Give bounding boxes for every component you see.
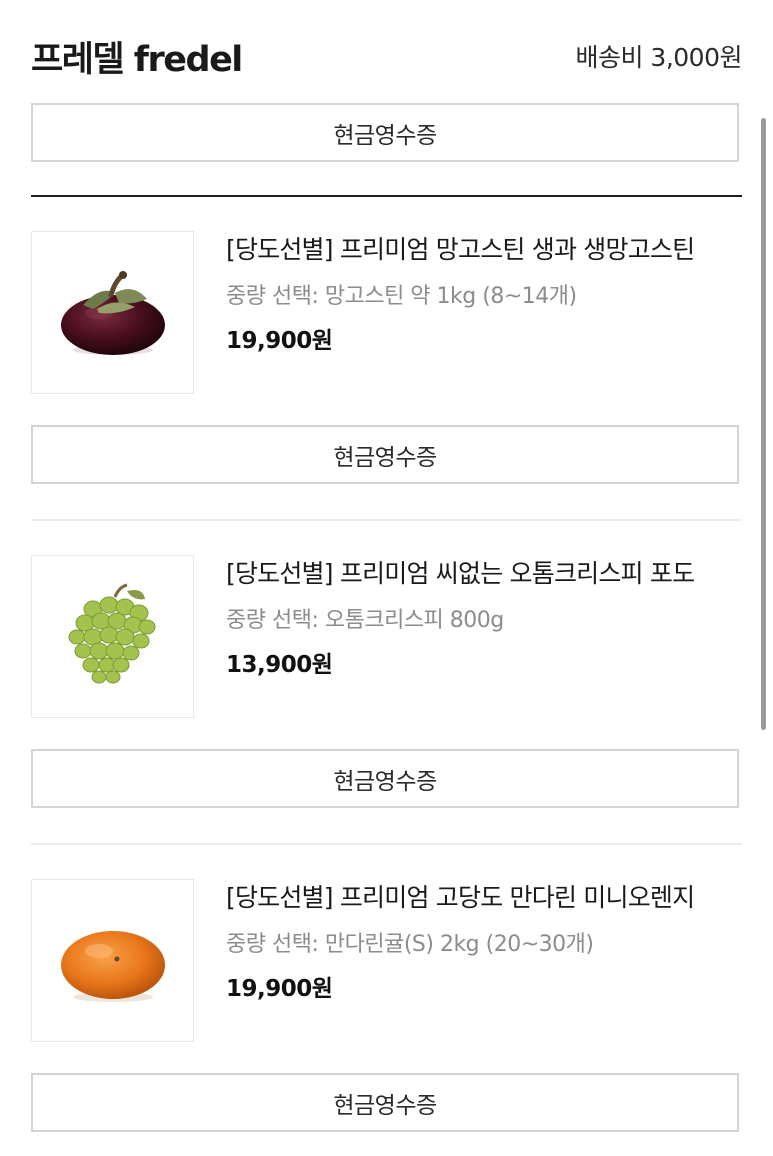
item-divider: [31, 843, 742, 845]
product-info: [당도선별] 프리미엄 고당도 만다린 미니오렌지 중량 선택: 만다린귤(S)…: [226, 881, 742, 1004]
cash-receipt-button[interactable]: 현금영수증: [31, 103, 739, 162]
product-item[interactable]: [당도선별] 프리미엄 고당도 만다린 미니오렌지 중량 선택: 만다린귤(S)…: [31, 879, 742, 1044]
grape-icon: [68, 583, 155, 683]
seller-header: 프레델 fredel 배송비 3,000원: [31, 28, 742, 84]
product-title[interactable]: [당도선별] 프리미엄 씨없는 오톰크리스피 포도: [226, 557, 742, 591]
mangosteen-icon: [60, 270, 165, 355]
product-thumbnail[interactable]: [31, 879, 194, 1042]
shop-name[interactable]: 프레델 fredel: [31, 31, 243, 82]
product-option: 중량 선택: 망고스틴 약 1kg (8~14개): [226, 284, 577, 309]
product-thumbnail[interactable]: [31, 231, 194, 394]
section-divider: [31, 195, 742, 197]
product-thumbnail[interactable]: [31, 555, 194, 718]
product-option: 중량 선택: 만다린귤(S) 2kg (20~30개): [226, 932, 594, 957]
cash-receipt-button[interactable]: 현금영수증: [31, 1073, 739, 1132]
product-info: [당도선별] 프리미엄 망고스틴 생과 생망고스틴 중량 선택: 망고스틴 약 …: [226, 233, 742, 356]
product-price: 19,900원: [226, 976, 333, 1002]
cash-receipt-button[interactable]: 현금영수증: [31, 425, 739, 484]
product-option: 중량 선택: 오톰크리스피 800g: [226, 608, 504, 633]
product-title[interactable]: [당도선별] 프리미엄 고당도 만다린 미니오렌지: [226, 881, 742, 915]
shipping-fee: 배송비 3,000원: [575, 43, 742, 72]
product-info: [당도선별] 프리미엄 씨없는 오톰크리스피 포도 중량 선택: 오톰크리스피 …: [226, 557, 742, 680]
product-title[interactable]: [당도선별] 프리미엄 망고스틴 생과 생망고스틴: [226, 233, 742, 267]
product-price: 19,900원: [226, 328, 333, 354]
vertical-scrollbar[interactable]: [761, 118, 766, 730]
mandarin-icon: [60, 930, 165, 1002]
product-price: 13,900원: [226, 652, 333, 678]
item-divider: [31, 519, 742, 521]
product-item[interactable]: [당도선별] 프리미엄 씨없는 오톰크리스피 포도 중량 선택: 오톰크리스피 …: [31, 555, 742, 720]
cash-receipt-button[interactable]: 현금영수증: [31, 749, 739, 808]
product-item[interactable]: [당도선별] 프리미엄 망고스틴 생과 생망고스틴 중량 선택: 망고스틴 약 …: [31, 231, 742, 396]
